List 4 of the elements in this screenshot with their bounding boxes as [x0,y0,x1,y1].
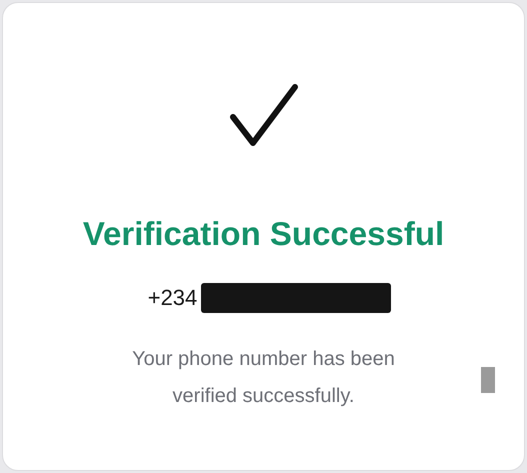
scroll-indicator [481,367,495,393]
success-title: Verification Successful [82,215,444,253]
phone-number: +234 [148,285,198,311]
success-message: Your phone number has been verified successfully. [131,347,396,409]
